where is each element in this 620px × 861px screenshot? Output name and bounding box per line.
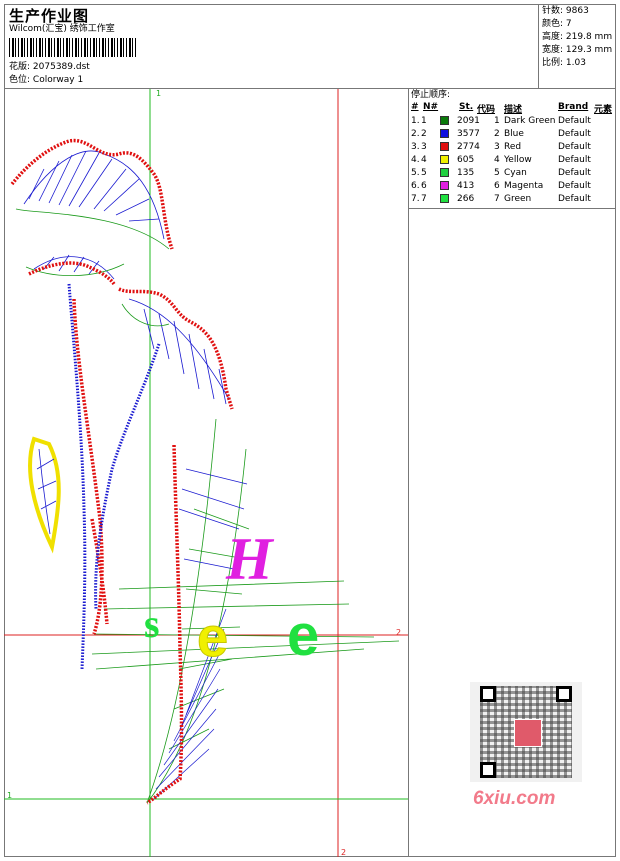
stop-row-desc: Dark Green: [504, 116, 556, 126]
guide-label-bottom: 2: [341, 848, 346, 857]
stop-row: 5. 5 135 5 Cyan Default: [411, 167, 616, 180]
stop-row-code: 1: [494, 116, 500, 126]
stop-row-num: 6.: [411, 181, 420, 191]
stop-row: 3. 3 2774 3 Red Default: [411, 141, 616, 154]
scale-value: 1.03: [565, 58, 586, 68]
stop-row-brand: Default: [558, 116, 591, 126]
stop-row-code: 2: [494, 129, 500, 139]
stats-divider: [538, 4, 539, 88]
stop-row-brand: Default: [558, 194, 591, 204]
yellow-leaf: [28, 436, 61, 554]
stop-row-num: 5.: [411, 168, 420, 178]
colorway-label: 色位:: [9, 75, 31, 85]
stitch-count: 9863: [565, 6, 589, 16]
stop-row-n: 2: [421, 129, 427, 139]
stop-row-n: 7: [421, 194, 427, 204]
petal-mesh-blue: [23, 150, 230, 405]
qr-finder-top-left: [480, 686, 496, 702]
stop-row-n: 1: [421, 116, 427, 126]
stop-row: 6. 6 413 6 Magenta Default: [411, 180, 616, 193]
design-canvas: 1 2 1 2 H e e s: [4, 89, 408, 857]
stop-row-st: 2091: [457, 116, 480, 126]
letter-h: H: [225, 526, 275, 592]
height-value: 219.8 mm: [565, 32, 613, 42]
color-count: 7: [565, 19, 572, 29]
stop-row-desc: Blue: [504, 129, 524, 139]
letter-s-green: s: [144, 601, 160, 646]
guide-label-top: 1: [156, 89, 161, 98]
stop-row-n: 3: [421, 142, 427, 152]
stop-row-n: 5: [421, 168, 427, 178]
color-swatch: [440, 181, 449, 190]
stop-row-num: 7.: [411, 194, 420, 204]
stop-row-n: 4: [421, 155, 427, 165]
table-divider: [408, 208, 616, 209]
design-value: 2075389.dst: [32, 62, 90, 72]
stop-row-desc: Green: [504, 194, 532, 204]
stop-row-st: 266: [457, 194, 475, 204]
stop-row-st: 3577: [457, 129, 480, 139]
stop-sequence-title: 停止顺序:: [411, 90, 451, 100]
letter-e-green: e: [287, 603, 319, 668]
stop-row-n: 6: [421, 181, 427, 191]
stop-row: 7. 7 266 7 Green Default: [411, 193, 616, 206]
stop-row-num: 2.: [411, 129, 420, 139]
width-value: 129.3 mm: [565, 45, 613, 55]
stop-row-code: 5: [494, 168, 500, 178]
color-swatch: [440, 142, 449, 151]
stop-row: 1. 1 2091 1 Dark Green Default: [411, 115, 616, 128]
stem-fill-green: [91, 418, 400, 804]
design-label: 花版:: [9, 62, 31, 72]
stop-row-brand: Default: [558, 155, 591, 165]
stop-row-st: 2774: [457, 142, 480, 152]
color-swatch: [440, 155, 449, 164]
guide-label-right: 2: [396, 628, 401, 637]
guide-label-left: 1: [7, 791, 12, 800]
barcode: [9, 38, 138, 57]
qr-logo-icon: [514, 719, 542, 747]
stop-row-brand: Default: [558, 129, 591, 139]
color-swatch: [440, 129, 449, 138]
stop-row-code: 7: [494, 194, 500, 204]
stop-row-code: 6: [494, 181, 500, 191]
stop-row-desc: Cyan: [504, 168, 527, 178]
colorway-value: Colorway 1: [32, 75, 84, 85]
table-header: # N# St. 代码 描述 Brand 元素: [411, 102, 613, 115]
watermark-site: 6xiu.com: [473, 788, 556, 809]
stop-row-num: 3.: [411, 142, 420, 152]
color-swatch: [440, 168, 449, 177]
stop-row-st: 413: [457, 181, 475, 191]
letter-e-yellow: e: [197, 605, 228, 668]
stop-row-brand: Default: [558, 168, 591, 178]
stop-row: 4. 4 605 4 Yellow Default: [411, 154, 616, 167]
stop-row-st: 605: [457, 155, 475, 165]
stop-row-num: 4.: [411, 155, 420, 165]
petal-outline-green: [15, 208, 170, 327]
stop-row: 2. 2 3577 2 Blue Default: [411, 128, 616, 141]
stop-row-desc: Red: [504, 142, 522, 152]
stop-row-brand: Default: [558, 181, 591, 191]
stats-panel: 针数: 9863 颜色: 7 高度: 219.8 mm 宽度: 129.3 mm…: [542, 6, 613, 68]
color-swatch: [440, 194, 449, 203]
colorway: 色位: Colorway 1: [9, 74, 83, 86]
stop-row-num: 1.: [411, 116, 420, 126]
stop-row-desc: Magenta: [504, 181, 544, 191]
stop-row-code: 4: [494, 155, 500, 165]
stop-row-code: 3: [494, 142, 500, 152]
qr-finder-bottom-left: [480, 762, 496, 778]
design-name: 花版: 2075389.dst: [9, 61, 90, 73]
stop-row-brand: Default: [558, 142, 591, 152]
company-name: Wilcom(汇宝) 绣饰工作室: [9, 24, 115, 34]
stop-row-desc: Yellow: [504, 155, 532, 165]
panel-divider: [408, 88, 409, 857]
qr-finder-top-right: [556, 686, 572, 702]
stop-row-st: 135: [457, 168, 475, 178]
color-swatch: [440, 116, 449, 125]
